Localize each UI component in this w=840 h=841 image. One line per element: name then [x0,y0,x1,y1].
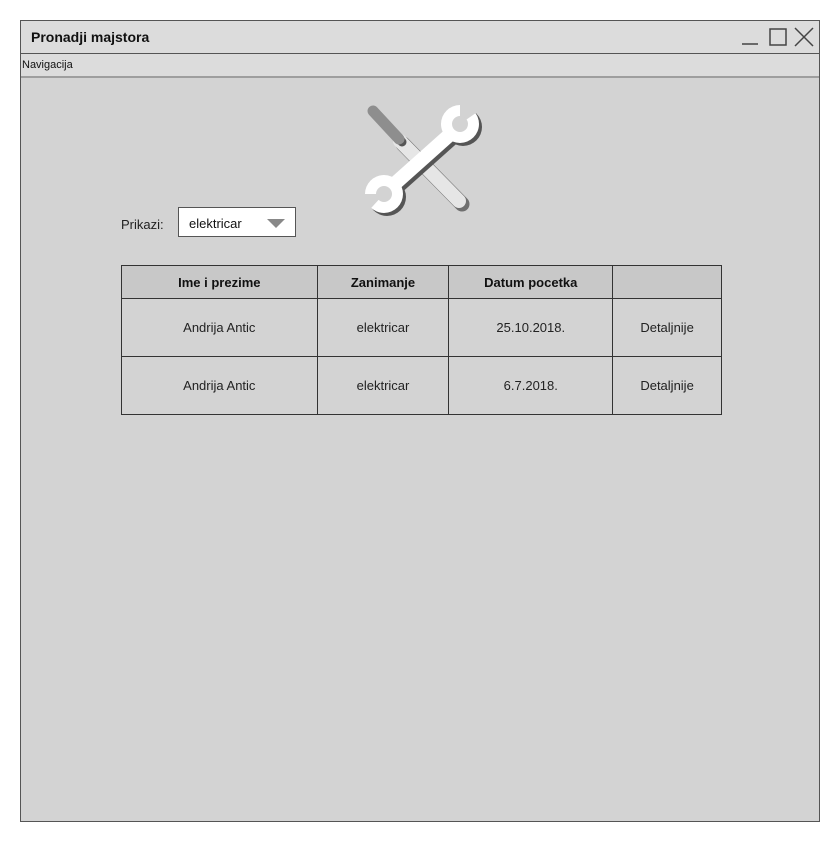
title-bar: Pronadji majstora [21,21,819,54]
craftsmen-table: Ime i prezime Zanimanje Datum pocetka An… [121,265,722,415]
column-header-action [612,265,722,299]
window-title: Pronadji majstora [31,29,150,45]
table-row: Andrija Antic elektricar 25.10.2018. Det… [121,298,722,357]
app-window: Pronadji majstora Navigacija Prikazi: el… [20,20,820,822]
menu-item-navigacija[interactable]: Navigacija [22,59,73,71]
column-header-name: Ime i prezime [121,265,318,299]
occupation-dropdown[interactable]: elektricar [178,207,296,237]
cell-name: Andrija Antic [121,298,318,357]
table-row: Andrija Antic elektricar 6.7.2018. Detal… [121,356,722,415]
maximize-icon[interactable] [767,26,789,48]
dropdown-value: elektricar [189,216,242,231]
column-header-occupation: Zanimanje [316,265,450,299]
menu-bar: Navigacija [21,54,819,78]
close-icon[interactable] [793,26,815,48]
table-header-row: Ime i prezime Zanimanje Datum pocetka [121,265,722,299]
chevron-down-icon[interactable] [267,219,285,228]
column-header-start-date: Datum pocetka [448,265,614,299]
filter-label: Prikazi: [121,217,164,232]
cell-occupation: elektricar [316,356,450,415]
details-link[interactable]: Detaljnije [612,356,722,415]
wrench-screwdriver-icon [358,100,486,218]
cell-start-date: 6.7.2018. [448,356,614,415]
cell-name: Andrija Antic [121,356,318,415]
cell-occupation: elektricar [316,298,450,357]
minimize-icon[interactable] [739,26,761,48]
cell-start-date: 25.10.2018. [448,298,614,357]
details-link[interactable]: Detaljnije [612,298,722,357]
